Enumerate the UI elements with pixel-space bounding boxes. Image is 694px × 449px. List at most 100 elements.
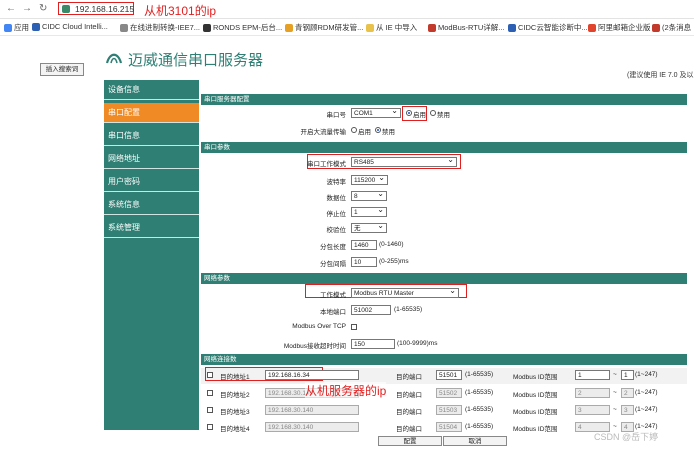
annotation-server-ip: 从机服务器的ip: [305, 382, 387, 399]
address-bar[interactable]: 192.168.16.215: [58, 2, 134, 15]
section-connections: 网络连接数: [201, 354, 687, 365]
bookmark-item[interactable]: 阿里邮箱企业版: [588, 22, 651, 33]
packet-gap-input[interactable]: 10: [351, 257, 377, 267]
sidebar-item-serial-config[interactable]: 串口配置: [104, 103, 199, 123]
dest3-id-to-input[interactable]: 3: [621, 405, 634, 415]
port-select[interactable]: COM1: [351, 106, 401, 118]
parity-label: 校验位: [326, 227, 347, 234]
dest2-label: 目的地址2: [220, 392, 250, 399]
dest4-port-label: 目的端口: [396, 426, 422, 433]
port-enable-radio[interactable]: [406, 110, 412, 116]
mail-icon: [588, 23, 596, 32]
bookmark-item[interactable]: 青钢顾RDM研发管...: [285, 22, 363, 33]
dest1-checkbox[interactable]: [207, 372, 213, 378]
local-port-input[interactable]: 51002: [351, 305, 391, 315]
bookmark-item[interactable]: CIDC Cloud Intelli...: [32, 22, 108, 31]
dest1-id-hint: (1~247): [635, 371, 658, 378]
work-mode-select[interactable]: Modbus RTU Master: [351, 286, 459, 298]
serial-mode-select[interactable]: RS485: [351, 155, 457, 167]
sidebar-item-serial-info[interactable]: 串口信息: [104, 126, 199, 146]
dest3-id-from-input[interactable]: 3: [575, 405, 610, 415]
dest3-port-input[interactable]: 51503: [436, 405, 462, 415]
ie-note: (建议使用 IE 7.0 及以: [627, 72, 694, 79]
stopbits-select[interactable]: 1: [351, 205, 387, 217]
dest4-id-label: Modbus ID范围: [513, 426, 558, 433]
dest2-id-to-input[interactable]: 2: [621, 388, 634, 398]
dest3-id-hint: (1~247): [635, 406, 658, 413]
port-enable-label: 启用: [413, 112, 426, 119]
dest2-id-hint: (1~247): [635, 389, 658, 396]
dest2-checkbox[interactable]: [207, 390, 213, 396]
dest1-id-tilde: ~: [613, 371, 617, 378]
flow-enable-radio[interactable]: [351, 127, 357, 133]
dest2-port-hint: (1-65535): [465, 389, 494, 396]
bookmarks-bar: 应用 CIDC Cloud Intelli... 在线进制转换-IEE7... …: [0, 19, 694, 36]
timeout-hint: (100-9999)ms: [397, 340, 438, 347]
modbus-tcp-checkbox[interactable]: [351, 324, 357, 330]
insert-search-button[interactable]: 插入搜索词: [40, 63, 84, 76]
section-serial-params: 串口参数: [201, 142, 687, 153]
annotation-slave-ip: 从机3101的ip: [144, 4, 217, 18]
section-serial-config: 串口服务器配置: [201, 94, 687, 105]
folder-icon: [366, 23, 374, 32]
dest3-port-label: 目的端口: [396, 409, 422, 416]
packet-length-label: 分包长度: [320, 244, 346, 251]
stopbits-label: 停止位: [326, 211, 347, 218]
work-mode-label: 工作模式: [320, 292, 346, 299]
dest3-id-label: Modbus ID范围: [513, 409, 558, 416]
dest2-id-label: Modbus ID范围: [513, 392, 558, 399]
dest2-port-input[interactable]: 51502: [436, 388, 462, 398]
packet-length-input[interactable]: 1460: [351, 240, 377, 250]
dest1-id-from-input[interactable]: 1: [575, 370, 610, 380]
sidebar-item-system-admin[interactable]: 系统管理: [104, 218, 199, 238]
browser-toolbar: ← → ↻ 192.168.16.215 从机3101的ip: [0, 0, 694, 19]
sidebar-item-user-password[interactable]: 用户密码: [104, 172, 199, 192]
reload-icon[interactable]: ↻: [39, 3, 47, 14]
timeout-input[interactable]: 150: [351, 339, 395, 349]
databits-select[interactable]: 8: [351, 189, 387, 201]
cancel-button[interactable]: 取消: [443, 436, 507, 446]
dest2-id-from-input[interactable]: 2: [575, 388, 610, 398]
dest4-id-hint: (1~247): [635, 423, 658, 430]
dest4-port-input[interactable]: 51504: [436, 422, 462, 432]
sidebar-item-network-address[interactable]: 网络地址: [104, 149, 199, 169]
dest1-ip-input[interactable]: 192.168.16.34: [265, 370, 359, 380]
forward-icon[interactable]: →: [22, 3, 32, 14]
bookmark-item[interactable]: (2条消息: [652, 22, 691, 33]
flow-disable-label: 禁用: [382, 129, 395, 136]
dest2-port-label: 目的端口: [396, 392, 422, 399]
packet-gap-label: 分包间隔: [320, 261, 346, 268]
packet-gap-hint: (0-255)ms: [379, 258, 409, 265]
flow-disable-radio[interactable]: [375, 127, 381, 133]
databits-label: 数据位: [326, 195, 347, 202]
port-disable-label: 禁用: [437, 112, 450, 119]
dest3-ip-input[interactable]: 192.168.30.140: [265, 405, 359, 415]
dest3-checkbox[interactable]: [207, 407, 213, 413]
dest4-ip-input[interactable]: 192.168.30.140: [265, 422, 359, 432]
serial-mode-label: 串口工作模式: [307, 161, 346, 168]
site-title: 迈威通信串口服务器: [128, 52, 264, 69]
dest1-id-to-input[interactable]: 1: [621, 370, 634, 380]
save-button[interactable]: 配置: [378, 436, 442, 446]
dest4-checkbox[interactable]: [207, 424, 213, 430]
bookmark-item[interactable]: CIDC云智能诊断中...: [508, 22, 588, 33]
back-icon[interactable]: ←: [6, 3, 16, 14]
sidebar-item-system-info[interactable]: 系统信息: [104, 195, 199, 215]
timeout-label: Modbus接收超时时间: [283, 343, 346, 350]
address-text: 192.168.16.215: [75, 4, 135, 14]
bookmark-item[interactable]: ModBus-RTU详解...: [428, 22, 505, 33]
sidebar-item-device-info[interactable]: 设备信息: [104, 80, 199, 100]
bookmark-apps[interactable]: 应用: [4, 22, 29, 33]
site-info-icon[interactable]: [62, 5, 70, 13]
baud-select[interactable]: 115200: [351, 173, 388, 185]
port-disable-radio[interactable]: [430, 110, 436, 116]
parity-select[interactable]: 无: [351, 221, 387, 233]
bookmark-item[interactable]: RONDS EPM-后台...: [203, 22, 282, 33]
packet-length-hint: (0-1460): [379, 241, 404, 248]
bookmark-item[interactable]: 在线进制转换-IEE7...: [120, 22, 200, 33]
dest1-port-label: 目的端口: [396, 374, 422, 381]
dest2-id-tilde: ~: [613, 389, 617, 396]
dest1-port-input[interactable]: 51501: [436, 370, 462, 380]
bookmark-favicon-icon: [285, 23, 293, 32]
bookmark-item[interactable]: 从 IE 中导入: [366, 22, 417, 33]
